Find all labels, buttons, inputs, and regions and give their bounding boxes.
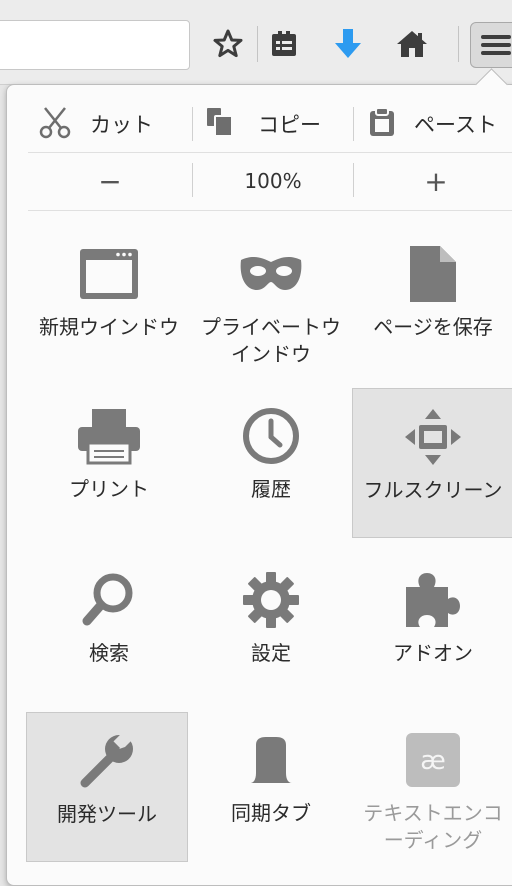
page-icon <box>352 240 512 308</box>
find-button[interactable]: 検索 <box>28 552 190 702</box>
gear-icon <box>190 566 352 634</box>
magnifier-icon <box>28 566 190 634</box>
history-label: 履歴 <box>251 477 291 501</box>
find-label: 検索 <box>89 641 129 665</box>
cut-button[interactable]: カット <box>38 96 188 152</box>
fullscreen-button[interactable]: フルスクリーン <box>352 388 512 538</box>
private-window-label: プライベートウインドウ <box>201 315 341 366</box>
zoom-out-label: − <box>98 164 122 198</box>
edit-separator <box>353 107 354 141</box>
print-label: プリント <box>69 477 149 501</box>
sync-tabs-icon <box>190 726 352 794</box>
zoom-out-button[interactable]: − <box>28 152 192 210</box>
history-button[interactable]: 履歴 <box>190 388 352 538</box>
toolbar-separator <box>257 26 258 62</box>
printer-icon <box>28 402 190 470</box>
fullscreen-label: フルスクリーン <box>363 478 503 502</box>
zoom-in-button[interactable]: + <box>354 152 512 210</box>
zoom-controls-row: − 100% + <box>28 152 512 211</box>
wrench-icon <box>27 727 187 795</box>
save-page-label: ページを保存 <box>373 315 493 339</box>
copy-icon <box>204 106 236 143</box>
new-window-label: 新規ウインドウ <box>39 315 179 339</box>
developer-tools-button[interactable]: 開発ツール <box>26 712 188 862</box>
scissors-icon <box>38 105 72 144</box>
clock-icon <box>190 402 352 470</box>
url-bar[interactable] <box>0 20 190 70</box>
paste-icon <box>368 106 396 143</box>
toolbar-separator <box>458 26 459 62</box>
print-button[interactable]: プリント <box>28 388 190 538</box>
new-window-button[interactable]: 新規ウインドウ <box>28 226 190 376</box>
sync-tabs-label: 同期タブ <box>231 801 311 825</box>
download-arrow-icon[interactable] <box>328 24 368 64</box>
fullscreen-icon <box>353 403 512 471</box>
zoom-in-label: + <box>424 164 448 198</box>
addons-button[interactable]: アドオン <box>352 552 512 702</box>
sync-tabs-button[interactable]: 同期タブ <box>190 712 352 862</box>
new-window-icon <box>28 240 190 308</box>
edit-separator <box>192 107 193 141</box>
copy-button[interactable]: コピー <box>204 96 354 152</box>
text-encoding-icon: æ <box>352 726 512 794</box>
edit-controls-row: カット コピー ペースト <box>28 96 512 153</box>
bookmark-star-icon[interactable] <box>208 24 248 64</box>
paste-label: ペースト <box>414 113 497 137</box>
home-icon[interactable] <box>392 24 432 64</box>
save-page-button[interactable]: ページを保存 <box>352 226 512 376</box>
copy-label: コピー <box>258 113 321 137</box>
text-encoding-label: テキストエンコーディング <box>363 801 503 852</box>
settings-button[interactable]: 設定 <box>190 552 352 702</box>
paste-button[interactable]: ペースト <box>368 96 512 152</box>
settings-label: 設定 <box>251 641 291 665</box>
svg-text:æ: æ <box>420 746 446 776</box>
addons-label: アドオン <box>393 641 473 665</box>
browser-toolbar <box>0 0 512 85</box>
cut-label: カット <box>90 113 153 137</box>
text-encoding-button[interactable]: æ テキストエンコーディング <box>352 712 512 862</box>
developer-tools-label: 開発ツール <box>57 802 157 826</box>
hamburger-menu-icon[interactable] <box>470 22 512 68</box>
private-window-button[interactable]: プライベートウインドウ <box>190 226 352 376</box>
zoom-level: 100% <box>244 169 302 193</box>
puzzle-icon <box>352 566 512 634</box>
mask-icon <box>190 240 352 308</box>
bookmarks-list-icon[interactable] <box>264 24 304 64</box>
zoom-reset-button[interactable]: 100% <box>193 152 353 210</box>
